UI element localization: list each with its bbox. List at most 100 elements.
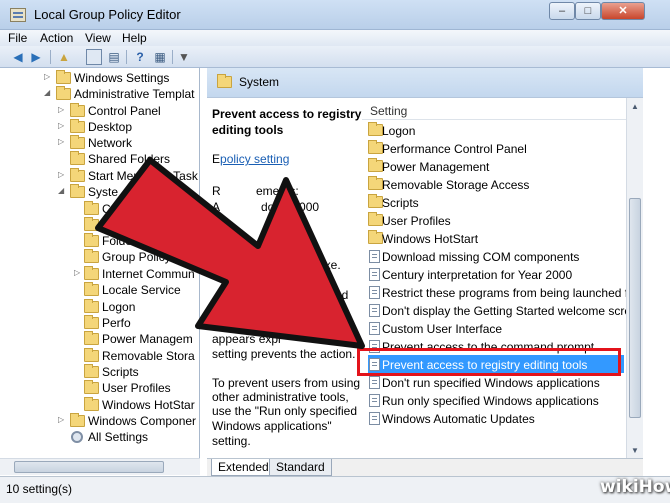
maximize-button[interactable]: □ (575, 2, 601, 20)
list-item[interactable]: Windows Automatic Updates (368, 409, 624, 427)
folder-icon (70, 413, 85, 427)
list-item[interactable]: Logon (368, 121, 624, 139)
expand-arrow-icon[interactable]: ▷ (58, 137, 64, 146)
tab-standard[interactable]: Standard (269, 459, 332, 476)
column-header-setting[interactable]: Setting (362, 98, 626, 120)
settings-list: Logon Performance Control Panel Power Ma… (362, 120, 626, 460)
edit-policy-setting-link[interactable]: policy setting (220, 152, 289, 166)
menu-bar: File Action View Help (0, 30, 670, 46)
folder-icon (70, 168, 85, 182)
filter-icon[interactable]: ▼ (176, 49, 192, 65)
scroll-down-icon[interactable]: ▼ (630, 446, 640, 455)
list-item[interactable]: Run only specified Windows applications (368, 391, 624, 409)
export-list-icon[interactable]: ▤ (106, 49, 122, 65)
list-item-label: Power Management (382, 160, 490, 174)
folder-icon (84, 217, 99, 231)
folder-icon (368, 176, 383, 190)
back-arrow-icon[interactable]: ◀ (10, 49, 26, 65)
tree-item-label: Group Policy (102, 250, 171, 264)
status-text: 10 setting(s) (6, 482, 73, 496)
list-item-label: Scripts (382, 196, 419, 210)
policy-setting-icon (369, 358, 380, 371)
folder-icon (368, 194, 383, 208)
folder-icon (84, 282, 99, 296)
details-header: System (207, 68, 643, 98)
scrollbar-thumb[interactable] (629, 198, 641, 418)
scrollbar-thumb[interactable] (14, 461, 164, 473)
tab-extended[interactable]: Extended (211, 459, 276, 476)
tree-item-label: Control Panel (88, 104, 161, 118)
list-item[interactable]: Custom User Interface (368, 319, 624, 337)
window-title: Local Group Policy Editor (34, 7, 181, 22)
menu-file[interactable]: File (8, 31, 27, 45)
list-item[interactable]: Performance Control Panel (368, 139, 624, 157)
folder-icon (368, 212, 383, 226)
expand-arrow-icon[interactable]: ▷ (58, 415, 64, 424)
tree-item-label: Syste (88, 185, 119, 199)
list-item-label: Performance Control Panel (382, 142, 527, 156)
expand-arrow-icon[interactable]: ▷ (58, 105, 64, 114)
collapse-arrow-icon[interactable]: ◢ (44, 88, 50, 97)
list-item[interactable]: Restrict these programs from being launc… (368, 283, 626, 301)
toolbar-separator (172, 50, 173, 64)
folder-icon (368, 230, 383, 244)
view-tabs: Extended Standard (207, 458, 643, 476)
minimize-button[interactable]: – (549, 2, 575, 20)
expand-arrow-icon[interactable]: ▷ (58, 121, 64, 130)
tree-item-label: Desktop (88, 120, 133, 134)
tree-item-label: All Settings (88, 430, 149, 444)
list-item-label: Download missing COM components (382, 250, 580, 264)
toolbar: ◀ ▶ ▲ ▤ ? ▦ ▼ (0, 46, 670, 68)
policy-title: Prevent access to registry editing tools (212, 107, 362, 137)
menu-view[interactable]: View (85, 31, 111, 45)
expand-arrow-icon[interactable]: ▷ (44, 72, 50, 81)
properties-icon[interactable]: ▦ (152, 49, 168, 65)
tree-item-label: Administrative Templat (74, 87, 195, 101)
list-item[interactable]: Windows HotStart (368, 229, 624, 247)
list-item-label: Windows HotStart (382, 232, 479, 246)
list-item[interactable]: Prevent access to the command prompt (368, 337, 624, 355)
forward-arrow-icon[interactable]: ▶ (28, 49, 44, 65)
list-item-selected[interactable]: Prevent access to registry editing tools (368, 355, 624, 373)
policy-setting-icon (369, 340, 380, 353)
help-icon[interactable]: ? (132, 49, 148, 65)
list-item[interactable]: Removable Storage Access (368, 175, 624, 193)
menu-action[interactable]: Action (40, 31, 73, 45)
list-item-label: Custom User Interface (382, 322, 503, 336)
list-vertical-scrollbar[interactable]: ▲ ▼ (626, 98, 643, 460)
list-item[interactable]: Don't display the Getting Started welcom… (368, 301, 626, 319)
list-item-label: Removable Storage Access (382, 178, 530, 192)
expand-arrow-icon[interactable]: ▷ (74, 268, 80, 277)
list-item[interactable]: User Profiles (368, 211, 624, 229)
description-fragment: To prevent users from using (212, 376, 361, 390)
list-item[interactable]: Don't run specified Windows applications (368, 373, 624, 391)
description-fragment: Windows applications" (212, 419, 332, 433)
tree-item-label: Windows Settings (74, 71, 170, 85)
folder-icon (70, 151, 85, 165)
folder-icon (84, 397, 99, 411)
column-header-label: Setting (370, 104, 408, 118)
scroll-up-icon[interactable]: ▲ (630, 102, 640, 111)
expand-arrow-icon[interactable]: ▷ (58, 170, 64, 179)
up-folder-icon[interactable]: ▲ (56, 49, 72, 65)
tree-item-label: Start Menu and Task (88, 169, 198, 183)
folder-icon (84, 233, 99, 247)
list-item[interactable]: Scripts (368, 193, 624, 211)
collapse-arrow-icon[interactable]: ◢ (58, 186, 64, 195)
list-item-label: Restrict these programs from being launc… (382, 286, 626, 300)
tree-item-label: Power Managem (102, 332, 193, 346)
tree-item-label: Network (88, 136, 133, 150)
tree-horizontal-scrollbar[interactable] (0, 458, 200, 475)
list-item[interactable]: Century interpretation for Year 2000 (368, 265, 624, 283)
tree-item-label: Logon (102, 300, 136, 314)
menu-help[interactable]: Help (122, 31, 147, 45)
list-item-label: Windows Automatic Updates (382, 412, 535, 426)
folder-icon (368, 158, 383, 172)
list-item[interactable]: Power Management (368, 157, 624, 175)
show-hide-tree-icon[interactable] (86, 49, 102, 65)
list-item-label: Logon (382, 124, 416, 138)
edit-policy-line: Epolicy setting (212, 152, 289, 166)
close-button[interactable]: ✕ (601, 2, 645, 20)
list-item[interactable]: Download missing COM components (368, 247, 624, 265)
policy-setting-icon (369, 376, 380, 389)
